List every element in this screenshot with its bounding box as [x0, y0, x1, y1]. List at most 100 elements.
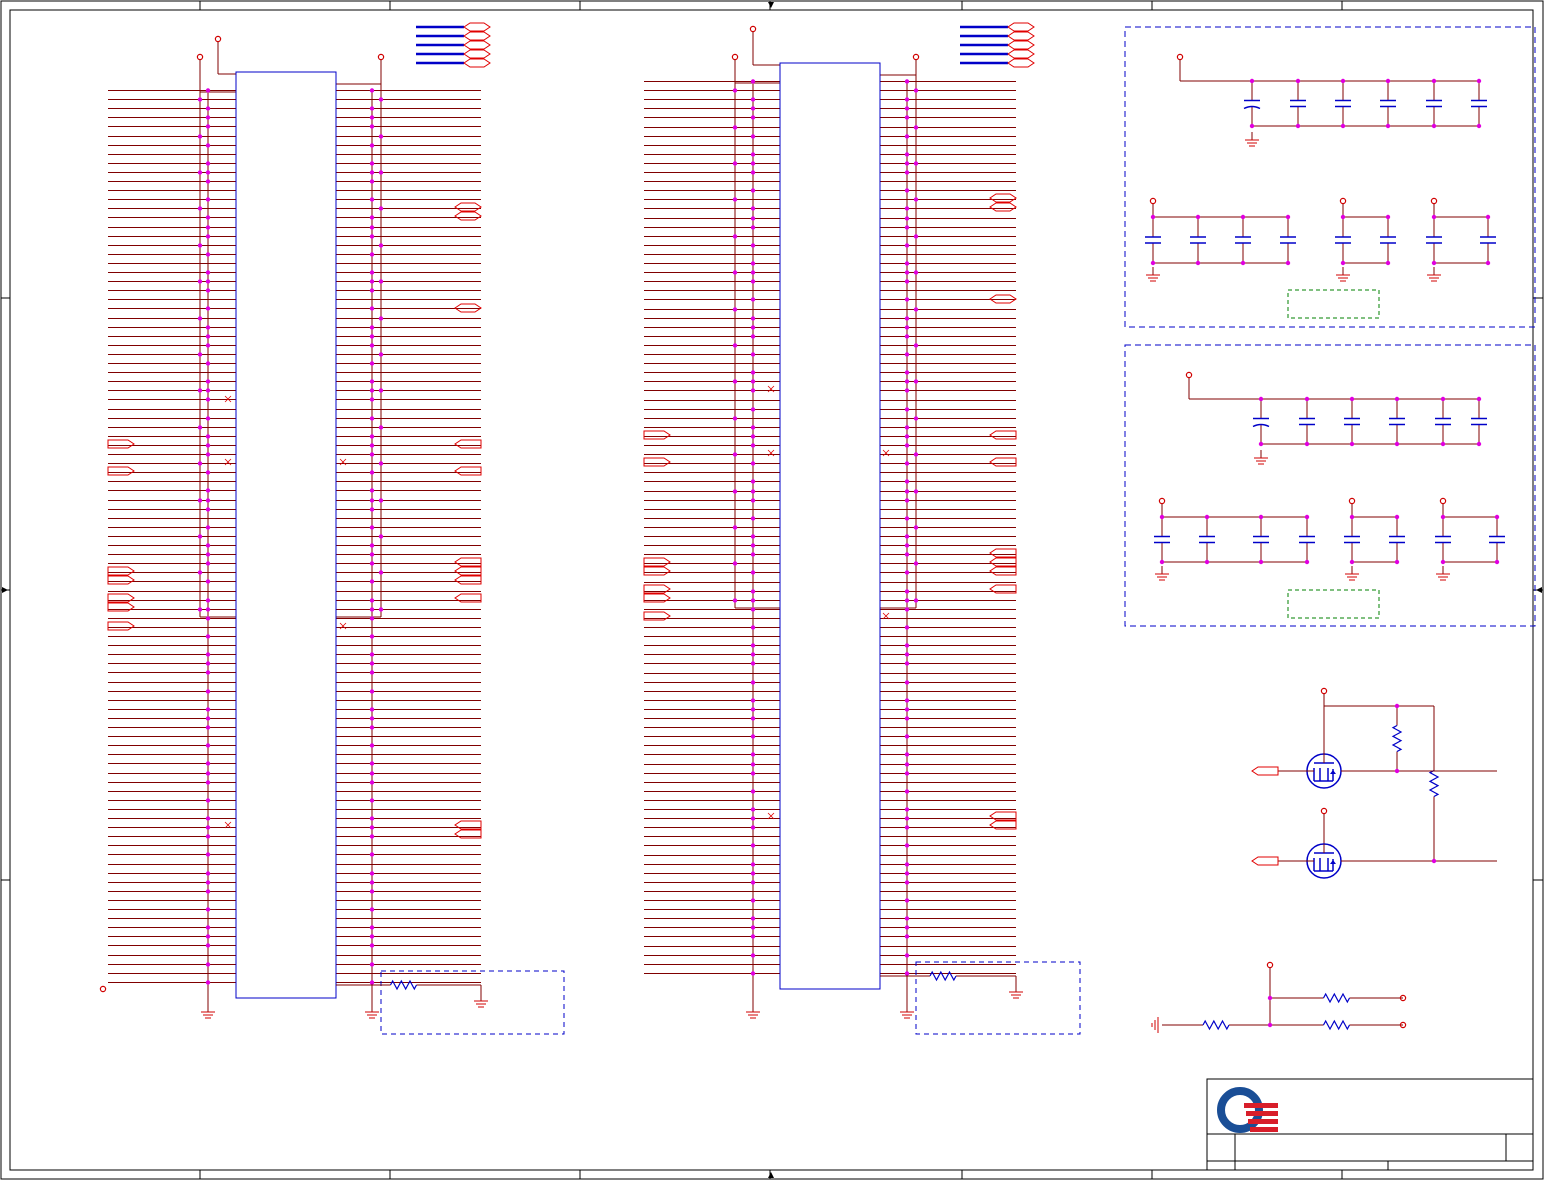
- capacitor-icon: [1253, 517, 1269, 562]
- signal-port-icon: [989, 548, 1017, 558]
- junction-dot: [750, 370, 756, 375]
- logo-stripe: [1250, 1127, 1278, 1132]
- decoupling-dashed-box: [1124, 26, 1536, 328]
- power-port-icon: [912, 53, 920, 61]
- junction-dot: [750, 570, 756, 575]
- junction-dot: [369, 716, 375, 721]
- ground-icon: [1009, 984, 1023, 999]
- junction-dot: [1204, 559, 1210, 565]
- junction-dot: [904, 589, 910, 594]
- junction-dot: [378, 170, 384, 175]
- junction-dot: [369, 225, 375, 230]
- junction-dot: [1476, 123, 1482, 129]
- logo-stripe: [1248, 1119, 1278, 1124]
- junction-dot: [378, 279, 384, 284]
- signal-port-icon: [454, 202, 482, 212]
- junction-dot: [369, 452, 375, 457]
- junction-dot: [1304, 559, 1310, 565]
- capacitor-icon: [1252, 399, 1270, 444]
- junction-dot: [732, 525, 738, 530]
- junction-dot: [369, 270, 375, 275]
- resistor-icon: [1428, 706, 1440, 861]
- junction-dot: [205, 743, 211, 748]
- junction-dot: [750, 543, 756, 548]
- signal-port-icon: [989, 202, 1017, 212]
- junction-dot: [1249, 78, 1255, 84]
- junction-dot: [369, 498, 375, 503]
- junction-dot: [205, 106, 211, 111]
- junction-dot: [205, 361, 211, 366]
- junction-dot: [1349, 559, 1355, 565]
- junction-dot: [904, 106, 910, 111]
- junction-dot: [750, 589, 756, 594]
- power-port-icon: [1339, 197, 1347, 205]
- junction-dot: [205, 388, 211, 393]
- junction-dot: [1349, 396, 1355, 402]
- capacitor-icon: [1380, 217, 1396, 263]
- junction-dot: [904, 625, 910, 630]
- junction-dot: [913, 88, 919, 93]
- signal-port-icon: [107, 621, 135, 631]
- signal-port-icon: [463, 31, 491, 41]
- power-port-icon: [749, 25, 757, 33]
- junction-dot: [732, 161, 738, 166]
- capacitor-icon: [1235, 217, 1251, 263]
- junction-dot: [205, 771, 211, 776]
- signal-port-icon: [989, 430, 1017, 440]
- junction-dot: [1304, 396, 1310, 402]
- junction-dot: [904, 543, 910, 548]
- junction-dot: [750, 625, 756, 630]
- junction-dot: [205, 416, 211, 421]
- power-port-icon: [214, 35, 222, 43]
- junction-dot: [369, 143, 375, 148]
- junction-dot: [205, 334, 211, 339]
- junction-dot: [369, 443, 375, 448]
- capacitor-icon: [1335, 217, 1351, 263]
- capacitor-icon: [1290, 81, 1306, 126]
- junction-dot: [750, 279, 756, 284]
- junction-dot: [205, 880, 211, 885]
- junction-dot: [1295, 123, 1301, 129]
- capacitor-icon: [1280, 217, 1296, 263]
- junction-dot: [205, 498, 211, 503]
- capacitor-icon: [1154, 517, 1170, 562]
- junction-dot: [904, 552, 910, 557]
- junction-dot: [369, 943, 375, 948]
- ground-icon: [201, 1004, 215, 1019]
- junction-dot: [1431, 858, 1437, 864]
- junction-dot: [732, 307, 738, 312]
- junction-dot: [904, 434, 910, 439]
- junction-dot: [1431, 260, 1437, 266]
- junction-dot: [913, 379, 919, 384]
- junction-dot: [913, 234, 919, 239]
- junction-dot: [205, 88, 211, 93]
- junction-dot: [205, 143, 211, 148]
- junction-dot: [904, 379, 910, 384]
- mosfet-diode: [1330, 860, 1336, 864]
- junction-dot: [913, 307, 919, 312]
- junction-dot: [904, 407, 910, 412]
- junction-dot: [732, 88, 738, 93]
- capacitor-icon: [1299, 517, 1315, 562]
- junction-dot: [750, 461, 756, 466]
- capacitor-icon: [1299, 399, 1315, 444]
- connector-body: [235, 71, 337, 999]
- junction-dot: [205, 889, 211, 894]
- junction-dot: [904, 643, 910, 648]
- junction-dot: [378, 97, 384, 102]
- junction-dot: [913, 561, 919, 566]
- junction-dot: [369, 852, 375, 857]
- junction-dot: [1385, 123, 1391, 129]
- mosfet-icon: [1306, 843, 1342, 879]
- junction-dot: [904, 352, 910, 357]
- junction-dot: [205, 780, 211, 785]
- no-connect-mark: [767, 385, 775, 393]
- junction-dot: [750, 734, 756, 739]
- signal-port-icon: [643, 430, 671, 440]
- junction-dot: [750, 443, 756, 448]
- junction-dot: [904, 170, 910, 175]
- junction-dot: [1440, 441, 1446, 447]
- title-block: [1206, 1078, 1534, 1171]
- power-port-icon: [1320, 807, 1328, 815]
- junction-dot: [913, 525, 919, 530]
